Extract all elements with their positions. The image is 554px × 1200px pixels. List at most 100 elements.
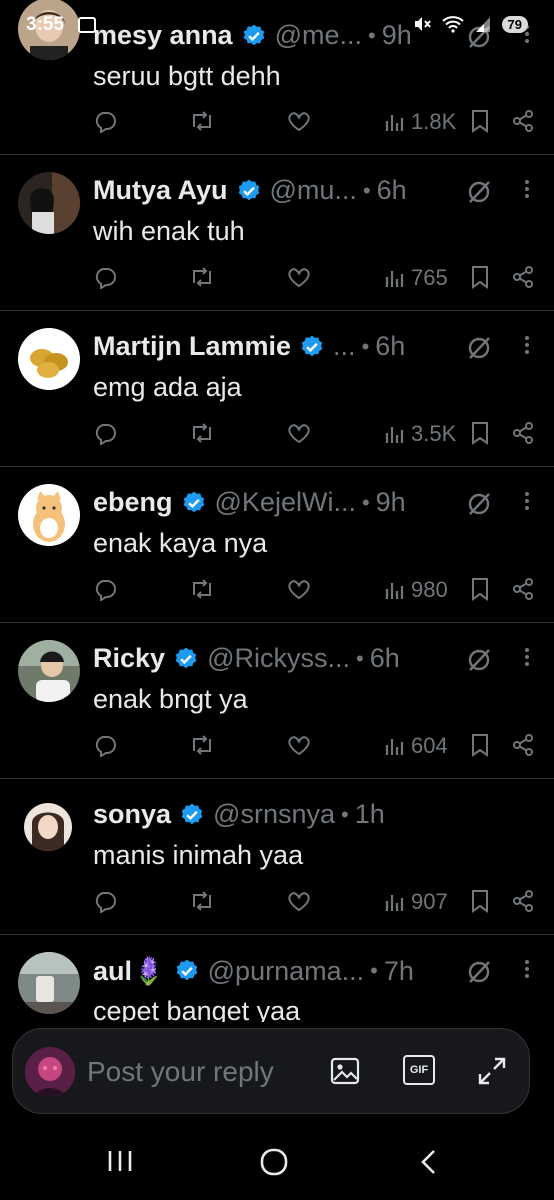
verified-badge-icon [179, 802, 205, 828]
reply-tweet[interactable]: Martijn Lammie ... • 6h emg ada aja 3.5K [0, 311, 554, 467]
reply-button[interactable] [93, 889, 117, 913]
avatar[interactable] [18, 484, 80, 546]
reply-button[interactable] [93, 265, 117, 289]
wifi-icon [441, 16, 464, 33]
user-handle[interactable]: @mu... [270, 175, 357, 206]
like-button[interactable] [287, 421, 311, 445]
reply-button[interactable] [93, 577, 117, 601]
repost-button[interactable] [189, 577, 215, 601]
tweet-time[interactable]: 9h [376, 487, 406, 518]
share-button[interactable] [511, 265, 535, 289]
verified-badge-icon [173, 646, 199, 672]
user-name[interactable]: aul🪻 [93, 955, 166, 987]
avatar[interactable] [24, 803, 72, 851]
user-name[interactable]: Mutya Ayu [93, 175, 228, 206]
tweet-time[interactable]: 6h [370, 643, 400, 674]
user-handle[interactable]: @Rickyss... [207, 643, 350, 674]
avatar[interactable] [18, 952, 80, 1014]
reply-composer: GIF [0, 1022, 554, 1120]
share-button[interactable] [511, 889, 535, 913]
more-options-icon[interactable] [524, 491, 530, 516]
reply-tweet[interactable]: Mutya Ayu @mu... • 6h wih enak tuh 765 [0, 155, 554, 311]
share-button[interactable] [511, 733, 535, 757]
tweet-header: Mutya Ayu @mu... • 6h [93, 175, 407, 206]
tweet-text: seruu bgtt dehh [93, 61, 281, 91]
tweet-header: aul🪻 @purnama... • 7h [93, 955, 414, 987]
back-icon[interactable] [418, 1148, 440, 1181]
avatar[interactable] [18, 172, 80, 234]
user-name[interactable]: sonya [93, 799, 171, 830]
bookmark-button[interactable] [470, 577, 490, 601]
repost-button[interactable] [189, 109, 215, 133]
tweet-actions: 604 [0, 733, 554, 763]
grok-icon[interactable] [466, 491, 492, 522]
repost-button[interactable] [189, 733, 215, 757]
bookmark-button[interactable] [470, 109, 490, 133]
grok-icon[interactable] [466, 335, 492, 366]
share-button[interactable] [511, 109, 535, 133]
tweet-time[interactable]: 7h [384, 956, 414, 987]
repost-button[interactable] [189, 421, 215, 445]
bookmark-button[interactable] [470, 421, 490, 445]
tweet-actions: 980 [0, 577, 554, 607]
repost-button[interactable] [189, 889, 215, 913]
like-button[interactable] [287, 577, 311, 601]
grok-icon[interactable] [466, 959, 492, 990]
reply-tweet[interactable]: sonya @srnsnya • 1h manis inimah yaa 907 [0, 779, 554, 935]
user-name[interactable]: Ricky [93, 643, 165, 674]
more-options-icon[interactable] [524, 179, 530, 204]
views-button[interactable]: 604 [384, 733, 448, 759]
gif-icon[interactable]: GIF [403, 1055, 435, 1085]
image-icon[interactable] [329, 1055, 361, 1092]
home-icon[interactable] [259, 1148, 289, 1181]
bookmark-button[interactable] [470, 889, 490, 913]
tweet-text: manis inimah yaa [93, 840, 304, 870]
reply-button[interactable] [93, 733, 117, 757]
user-name[interactable]: Martijn Lammie [93, 331, 291, 362]
tweet-time[interactable]: 1h [355, 799, 385, 830]
views-button[interactable]: 907 [384, 889, 448, 915]
bookmark-button[interactable] [470, 265, 490, 289]
recent-apps-icon[interactable] [106, 1148, 134, 1179]
like-button[interactable] [287, 889, 311, 913]
user-handle[interactable]: @purnama... [208, 956, 364, 987]
more-options-icon[interactable] [524, 335, 530, 360]
grok-icon[interactable] [466, 647, 492, 678]
bookmark-button[interactable] [470, 733, 490, 757]
views-button[interactable]: 765 [384, 265, 448, 291]
reply-tweet[interactable]: ebeng @KejelWi... • 9h enak kaya nya 980 [0, 467, 554, 623]
user-handle[interactable]: @KejelWi... [215, 487, 356, 518]
like-button[interactable] [287, 265, 311, 289]
my-avatar[interactable] [25, 1047, 75, 1097]
reply-input[interactable] [87, 1053, 297, 1091]
more-options-icon[interactable] [524, 647, 530, 672]
user-name[interactable]: ebeng [93, 487, 173, 518]
avatar[interactable] [18, 640, 80, 702]
expand-icon[interactable] [476, 1055, 508, 1092]
views-count: 3.5K [411, 421, 457, 446]
like-button[interactable] [287, 109, 311, 133]
tweet-time[interactable]: 6h [375, 331, 405, 362]
views-button[interactable]: 980 [384, 577, 448, 603]
repost-button[interactable] [189, 265, 215, 289]
more-options-icon[interactable] [524, 959, 530, 984]
tweet-header: Ricky @Rickyss... • 6h [93, 643, 400, 674]
tweet-time[interactable]: 6h [377, 175, 407, 206]
replies-feed[interactable]: mesy anna @me... • 9h seruu bgtt dehh 1.… [0, 0, 554, 1091]
verified-badge-icon [299, 334, 325, 360]
grok-icon[interactable] [466, 179, 492, 210]
reply-tweet[interactable]: Ricky @Rickyss... • 6h enak bngt ya 604 [0, 623, 554, 779]
avatar[interactable] [18, 328, 80, 390]
share-button[interactable] [511, 577, 535, 601]
like-button[interactable] [287, 733, 311, 757]
user-handle[interactable]: ... [333, 331, 356, 362]
reply-button[interactable] [93, 421, 117, 445]
share-button[interactable] [511, 421, 535, 445]
tweet-text: enak bngt ya [93, 684, 248, 714]
reply-bar[interactable]: GIF [12, 1028, 530, 1114]
views-button[interactable]: 1.8K [384, 109, 456, 135]
views-button[interactable]: 3.5K [384, 421, 456, 447]
user-handle[interactable]: @srnsnya [213, 799, 335, 830]
views-count: 604 [411, 733, 448, 758]
reply-button[interactable] [93, 109, 117, 133]
